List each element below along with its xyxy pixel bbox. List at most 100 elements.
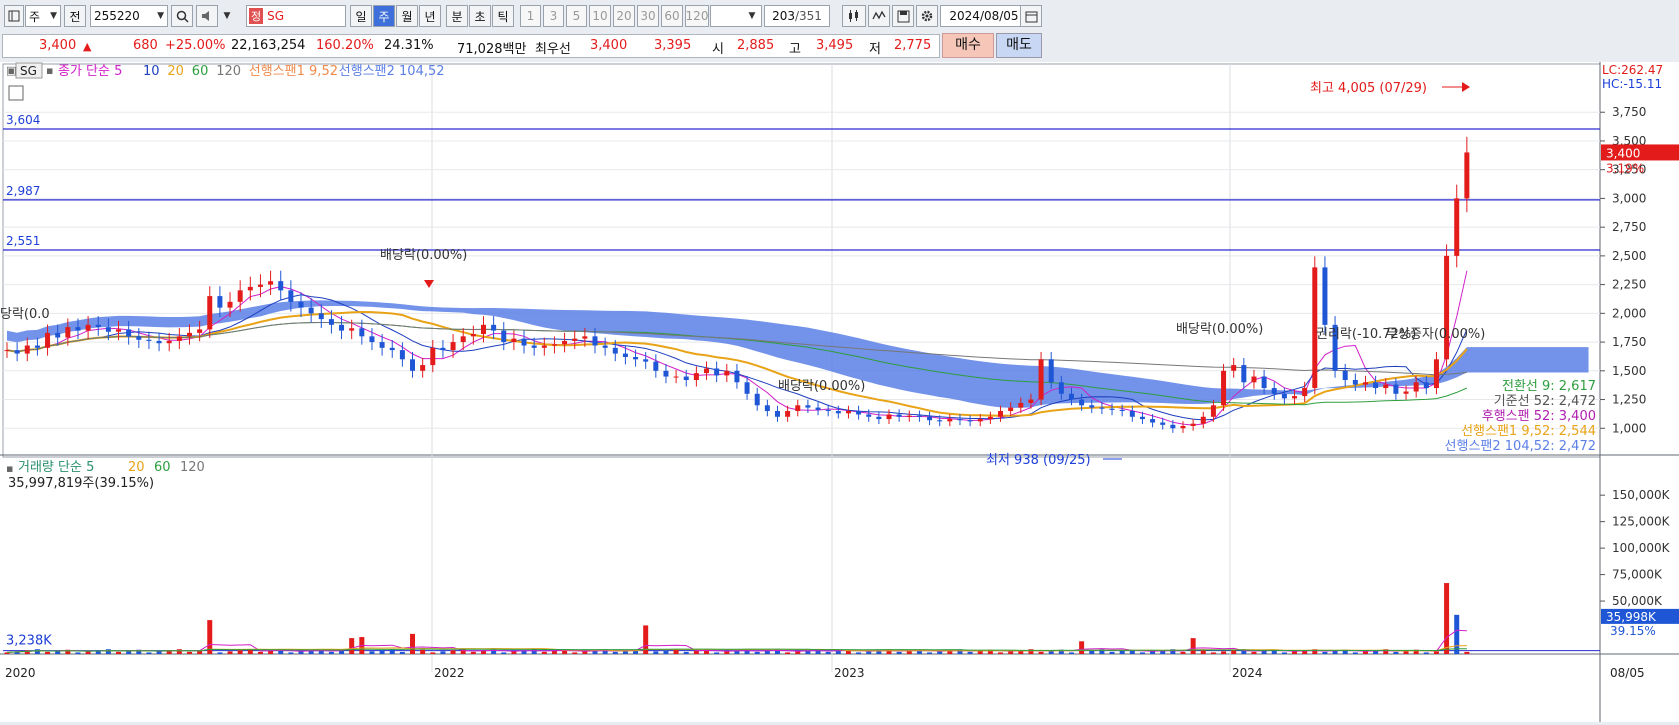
price-chart-svg[interactable]: 2020 2022 2023 2024 08/051,0001,2501,5001,75… [0,62,1679,722]
tab-interval-120[interactable]: 120 [685,5,709,27]
y-tick-label: 3,000 [1612,191,1646,205]
candle-body [622,353,628,358]
candle-body [977,419,983,422]
candle-body [156,340,162,344]
volume-bar [967,651,973,654]
gear-glyph-icon [921,10,933,22]
volume-bar [1332,650,1338,654]
candle-body [1139,416,1145,420]
candle-body [440,347,446,351]
interval-custom-select[interactable]: ▼ [710,5,762,27]
volume-tick-label: 50,000K [1612,594,1663,608]
volume-bar [1139,652,1145,654]
candle-body [1352,380,1358,385]
tab-period-1[interactable]: 주 [373,5,395,27]
volume-bar [896,651,902,654]
open-price: 2,885 [737,38,775,53]
volume-bar [551,650,557,654]
candle-body [1322,267,1328,325]
legend-item: 선행스팬1 9,52 [249,63,338,79]
market-select[interactable]: 주 ▼ [25,5,61,27]
tab-interval-60[interactable]: 60 [661,5,683,27]
candle-type-icon[interactable] [842,5,866,27]
speaker-icon[interactable] [196,5,218,27]
candle-body [308,307,314,314]
layout-icon[interactable] [4,5,24,27]
candle-body [1342,370,1348,380]
candle-body [318,313,324,320]
volume-bar [420,649,426,654]
tab-period-4[interactable]: 분 [446,5,468,27]
tab-period-0[interactable]: 일 [350,5,372,27]
tab-interval-5[interactable]: 5 [566,5,587,27]
candle-body [906,415,912,417]
volume-bar [470,651,476,654]
chart-area[interactable]: 2020 2022 2023 2024 08/05 1,000 1,250 1,500 1,75… [0,62,1679,722]
candle-body [207,296,213,330]
calendar-glyph-icon [1025,11,1037,22]
volume-bar [825,651,831,654]
candle-body [1362,382,1368,385]
tab-interval-20[interactable]: 20 [613,5,635,27]
volume-legend-item: 60 [154,460,171,475]
y-tick-label: 1,000 [1612,421,1646,435]
tab-period-6[interactable]: 틱 [492,5,514,27]
candle-body [1048,359,1054,383]
volume-bar [116,651,122,654]
candle-body [146,339,152,341]
legend-item: 선행스팬2 104,52 [339,63,445,79]
high-annotation: 최고 4,005 (07/29) [1310,81,1427,96]
volume-bar [1190,638,1196,654]
candle-body [278,281,284,291]
prev-button[interactable]: 전 [64,5,86,27]
candle-body [643,359,649,362]
candle-body [369,336,375,343]
tab-interval-30[interactable]: 30 [637,5,659,27]
legend-item: 종가 단순 5 [58,64,122,79]
candle-body [663,370,669,377]
volume-bar [501,652,507,654]
volume-bar [693,650,699,654]
tab-interval-3[interactable]: 3 [543,5,564,27]
best-bid: 3,395 [654,38,692,53]
volume-bar [764,650,770,654]
volume-bar [582,651,588,654]
volume-bar [176,649,182,654]
candle-body [75,327,81,331]
search-icon[interactable] [171,5,193,27]
date-field[interactable]: 2024/08/05 [940,5,1028,27]
candle-body [1454,198,1460,256]
tab-period-3[interactable]: 년 [419,5,441,27]
lc-label: LC:262.47 [1602,63,1663,77]
volume-bar [795,651,801,654]
tab-interval-10[interactable]: 10 [589,5,611,27]
candle-body [572,338,578,341]
y-tick-label: 2,500 [1612,249,1646,263]
save-icon[interactable] [892,5,914,27]
volume-bar [1261,650,1267,654]
volume-bar [45,651,51,654]
tab-period-5[interactable]: 초 [469,5,491,27]
chevron-down-icon[interactable]: ▼ [220,5,234,27]
calendar-icon[interactable] [1020,5,1042,27]
sell-button[interactable]: 매도 [996,33,1042,58]
stock-name-field[interactable]: 정 SG [246,5,346,27]
hc-label: HC:-15.11 [1602,77,1662,91]
candle-body [1170,424,1176,429]
candle-body [845,411,851,414]
buy-button[interactable]: 매수 [942,33,994,58]
gear-icon[interactable] [916,5,938,27]
candle-body [420,365,426,371]
tab-period-2[interactable]: 월 [396,5,418,27]
volume-bar [430,652,436,654]
legend-bullet-icon: ▪ [46,64,53,77]
candle-body [815,407,821,410]
code-input[interactable]: 255220 ▼ [90,5,168,27]
candle-body [379,342,385,348]
candle-body [1383,384,1389,389]
tab-interval-1[interactable]: 1 [520,5,541,27]
indicator-icon[interactable] [868,5,890,27]
x-tick-label: 2024 [1232,666,1263,680]
page-counter[interactable]: 203 /351 [764,5,830,27]
volume-tick-label: 75,000K [1612,568,1663,582]
